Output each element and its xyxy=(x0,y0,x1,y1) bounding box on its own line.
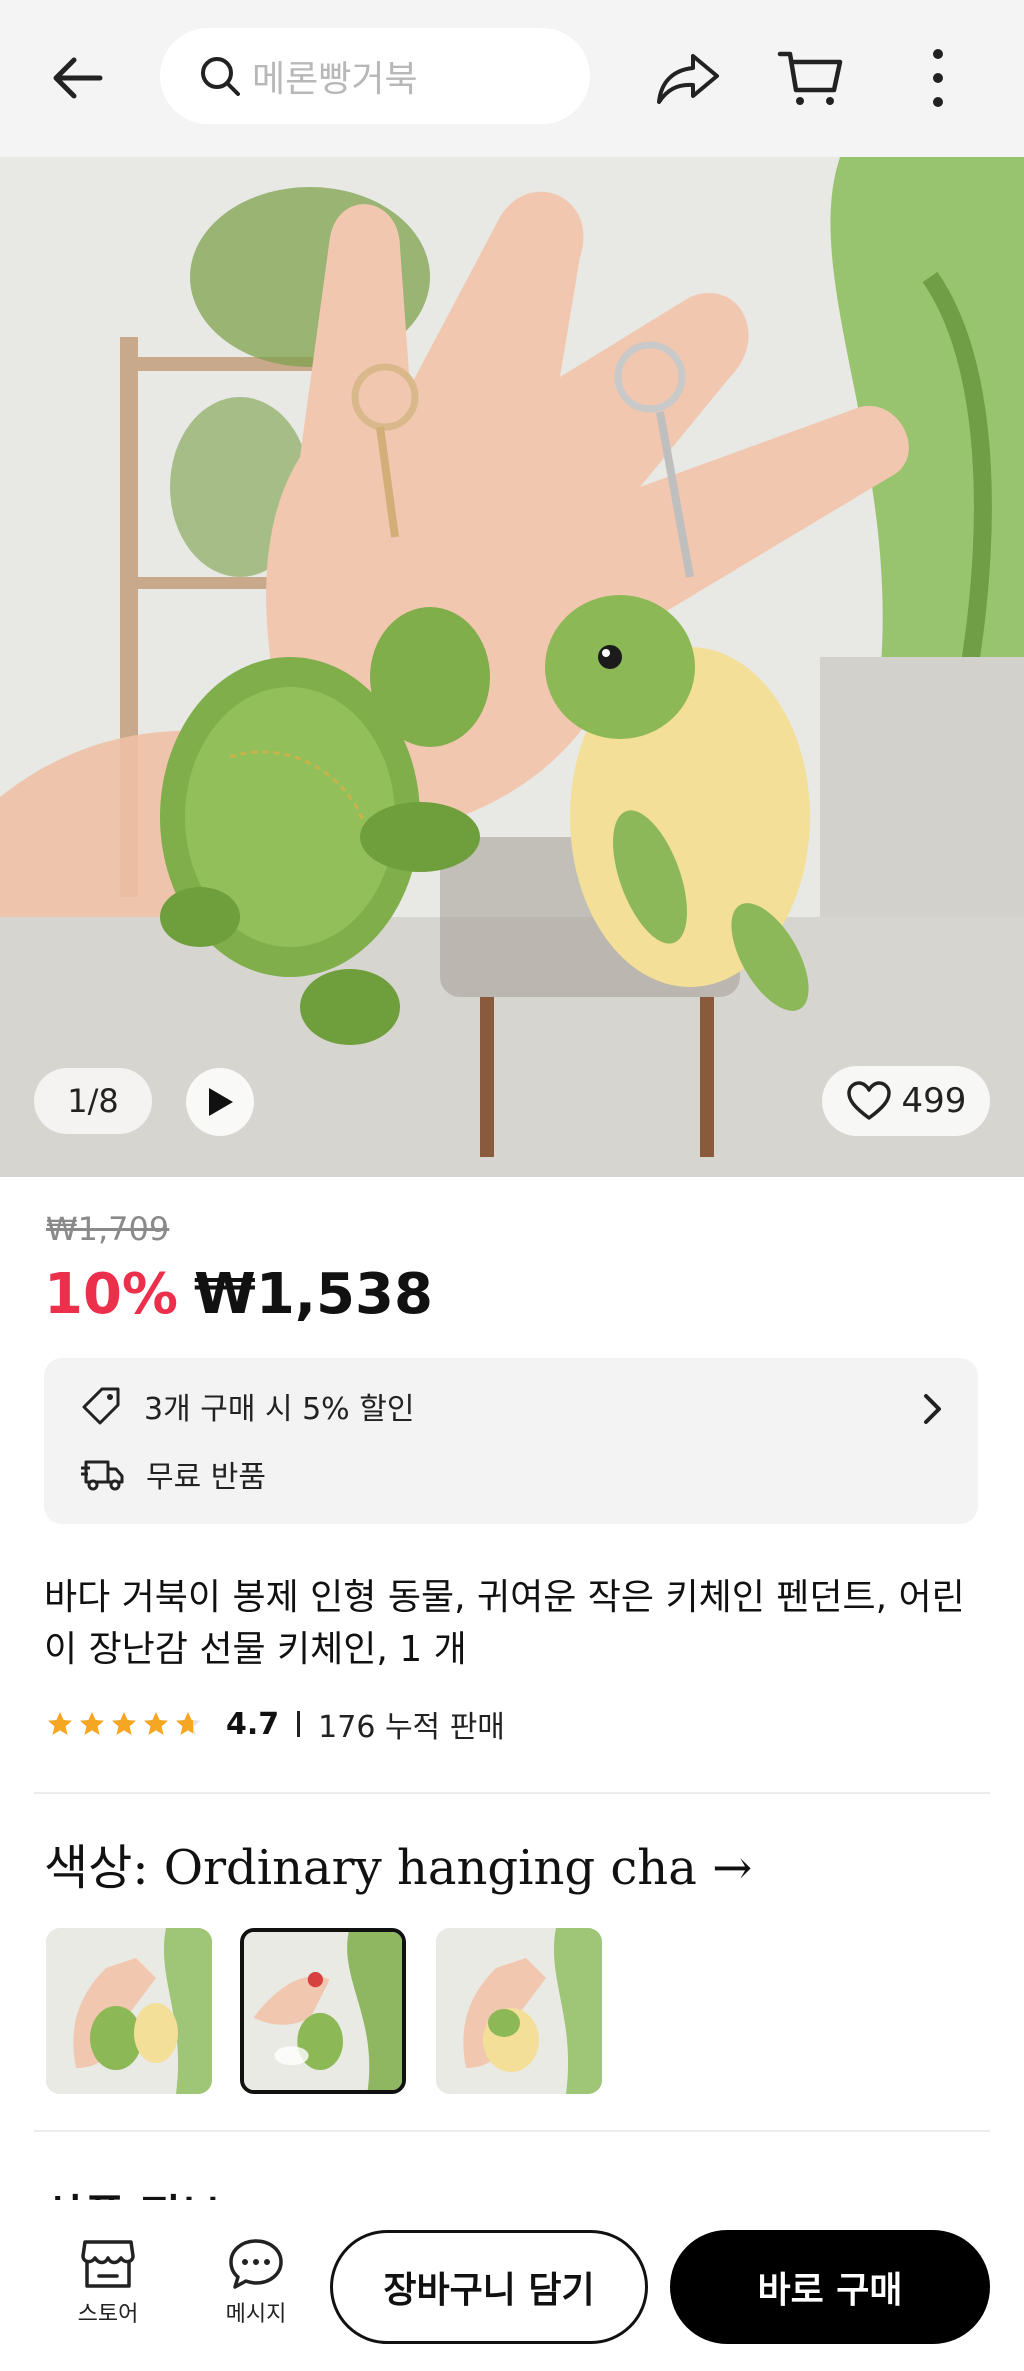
cart-button[interactable] xyxy=(770,38,850,118)
original-price: ₩1,709 xyxy=(46,1210,170,1248)
buy-now-button[interactable]: 바로 구매 xyxy=(670,2230,990,2344)
search-input[interactable]: 메론빵거북 xyxy=(160,28,590,124)
image-pager: 1/8 xyxy=(34,1068,152,1134)
message-label: 메시지 xyxy=(225,2302,287,2327)
more-options-button[interactable] xyxy=(900,38,976,118)
color-thumb-2[interactable] xyxy=(240,1928,406,2094)
product-title: 바다 거북이 봉제 인형 동물, 귀여운 작은 키체인 펜던트, 어린이 장난감… xyxy=(44,1577,965,1670)
section-divider xyxy=(34,1792,990,1794)
discount-rate: 10% xyxy=(44,1262,179,1327)
add-to-cart-button[interactable]: 장바구니 담기 xyxy=(330,2230,648,2344)
color-thumb-3[interactable] xyxy=(436,1928,602,2094)
bulk-discount-text: 3개 구매 시 5% 할인 xyxy=(144,1392,415,1427)
free-return-text: 무료 반품 xyxy=(146,1460,266,1495)
message-tab[interactable]: 메시지 xyxy=(206,2236,306,2328)
bulk-discount-row: 3개 구매 시 5% 할인 xyxy=(80,1384,414,1428)
store-icon xyxy=(81,2240,135,2288)
back-button[interactable] xyxy=(40,40,116,116)
sold-count: 176 누적 판매 xyxy=(318,1710,505,1745)
tag-icon xyxy=(82,1387,120,1425)
free-return-row: 무료 반품 xyxy=(80,1452,266,1496)
current-price: ₩1,538 xyxy=(194,1262,433,1327)
chat-icon xyxy=(229,2239,283,2289)
play-video-button[interactable] xyxy=(186,1068,254,1136)
section-divider xyxy=(34,2130,990,2132)
heart-icon xyxy=(846,1081,891,1120)
rating-row[interactable]: 4.7 176 누적 판매 xyxy=(46,1702,505,1746)
color-thumb-1[interactable] xyxy=(46,1928,212,2094)
search-icon xyxy=(201,57,240,96)
play-icon xyxy=(209,1088,233,1116)
chevron-right-icon xyxy=(924,1394,941,1424)
star-rating xyxy=(46,1710,202,1738)
star-icon xyxy=(144,1712,168,1735)
share-icon xyxy=(657,54,719,104)
promo-chevron[interactable] xyxy=(920,1392,944,1430)
price-row: 10% ₩1,538 xyxy=(44,1262,433,1327)
share-button[interactable] xyxy=(648,38,728,118)
thumb-image xyxy=(46,1928,212,2094)
color-option-label[interactable]: 색상: Ordinary hanging cha → xyxy=(44,1828,752,1898)
truck-icon xyxy=(81,1460,124,1491)
top-bar: 메론빵거북 xyxy=(0,0,1024,157)
back-arrow-icon xyxy=(53,57,103,99)
star-icon xyxy=(176,1712,200,1735)
thumb-image xyxy=(244,1932,402,2090)
thumb-image xyxy=(436,1928,602,2094)
promo-box[interactable]: 3개 구매 시 5% 할인 무료 반품 xyxy=(44,1358,978,1524)
like-button[interactable]: 499 xyxy=(822,1066,990,1136)
rating-separator xyxy=(297,1711,301,1737)
star-icon xyxy=(48,1712,72,1735)
like-count: 499 xyxy=(901,1081,967,1121)
product-image[interactable] xyxy=(0,157,1024,1177)
star-icon xyxy=(80,1712,104,1735)
bottom-action-bar: 스토어 메시지 장바구니 담기 바로 구매 xyxy=(0,2200,1024,2371)
store-tab[interactable]: 스토어 xyxy=(58,2236,158,2328)
product-photo-illustration xyxy=(0,157,1024,1177)
search-placeholder: 메론빵거북 xyxy=(252,59,418,100)
star-icon xyxy=(112,1712,136,1735)
cart-icon xyxy=(777,51,843,105)
store-label: 스토어 xyxy=(77,2302,139,2327)
more-vertical-icon xyxy=(933,49,943,107)
rating-value: 4.7 xyxy=(226,1706,280,1742)
